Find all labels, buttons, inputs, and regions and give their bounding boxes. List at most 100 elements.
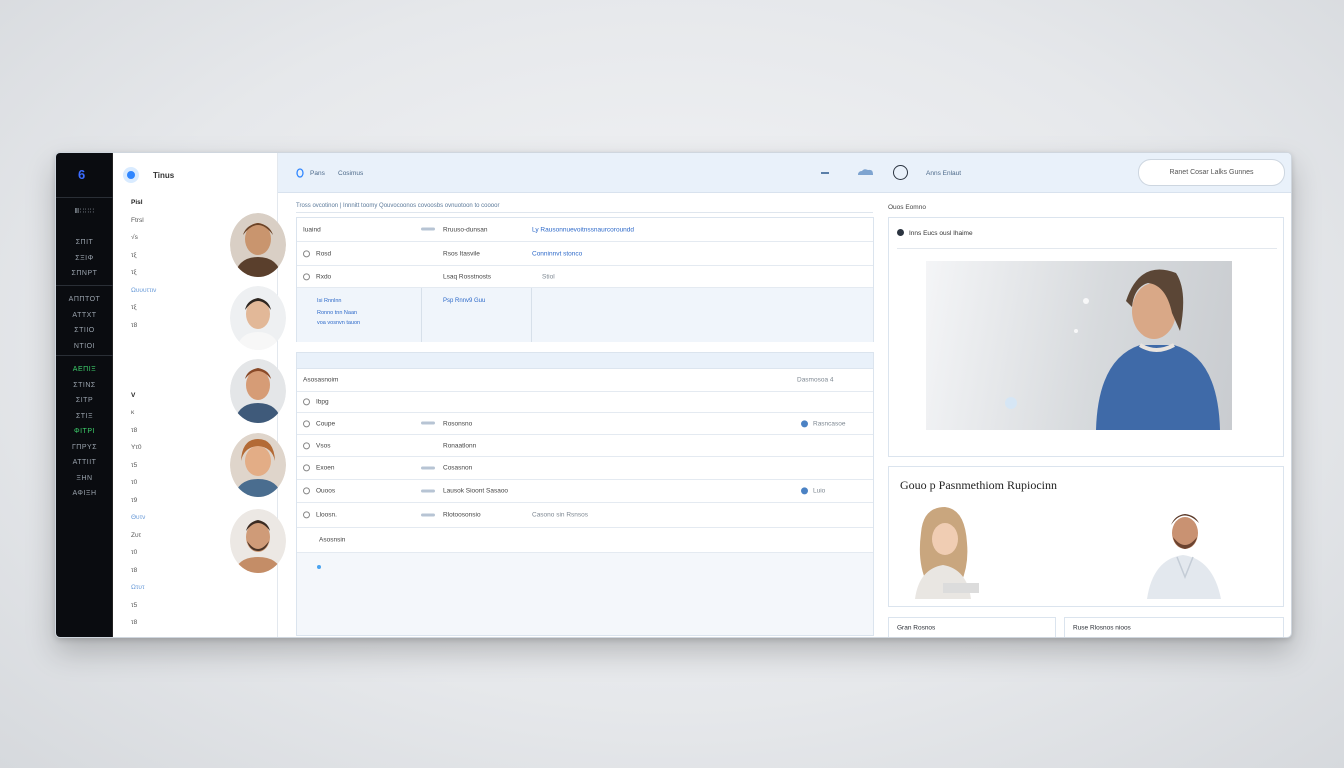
table-row[interactable]: Coupe Rosonsno Rasncasoe [297, 413, 873, 435]
row-status: Luio [813, 487, 826, 495]
rail-item[interactable]: ΣΠΝΡΤ [56, 266, 113, 282]
contact-list-item[interactable]: τ8 [131, 322, 156, 340]
row-link[interactable]: Conninnvt stonco [532, 250, 582, 257]
rail-item[interactable]: ΑΤΤΙΙΤ [56, 455, 113, 471]
cloud-icon[interactable] [856, 168, 876, 177]
sub-item[interactable]: voa vosnvn tauon [317, 320, 360, 326]
drag-handle[interactable] [421, 512, 435, 519]
toolbar-account[interactable]: Anns Enlaut [926, 170, 961, 177]
rail-item[interactable]: ΣΙΤΡ [56, 393, 113, 409]
media-card[interactable]: Inns Eucs ousl Ihaime [888, 217, 1284, 457]
rail-item[interactable]: ΓΠΡΥΣ [56, 440, 113, 456]
rail-item[interactable]: ΞΗΝ [56, 471, 113, 487]
pin-icon[interactable] [296, 168, 304, 178]
table-row[interactable]: Rosd Rsos Itasvile Conninnvt stonco [297, 242, 873, 266]
drag-handle[interactable] [421, 226, 435, 233]
footer-tab[interactable]: Ruse Rlosnos nioos [1064, 617, 1284, 637]
contact-list-item[interactable]: V [131, 392, 156, 410]
table-row[interactable]: Asosnsin [297, 528, 873, 553]
contact-list-item[interactable] [131, 374, 156, 392]
row-label: Ouoos [316, 487, 336, 495]
rail-item[interactable]: Ⅲ∷∷∷ [56, 204, 113, 220]
toolbar-link[interactable]: Cosimus [338, 170, 363, 177]
contact-list-item[interactable]: κ [131, 409, 156, 427]
play-icon[interactable] [897, 229, 904, 236]
search-box[interactable]: Ranet Cosar Lalks Gunnes [1138, 159, 1285, 186]
table-row[interactable]: Vsos Ronaatlonn [297, 435, 873, 457]
contact-list-item[interactable]: √s [131, 234, 156, 252]
avatar[interactable] [230, 509, 286, 573]
contact-list-item[interactable]: τ8 [131, 567, 156, 585]
avatar[interactable] [230, 286, 286, 350]
row-icon [303, 419, 310, 427]
drag-handle[interactable] [421, 488, 435, 495]
contact-list-item[interactable]: τ9 [131, 497, 156, 515]
selected-block[interactable]: Isi Rnnlnn Ronno tnn Naan voa vosnvn tau… [297, 288, 873, 342]
rail-item[interactable]: ΣΤΙΝΣ [56, 378, 113, 394]
footer-tab[interactable]: Gran Rosnos [888, 617, 1056, 637]
breadcrumb[interactable]: Tross ovcotinon | Innnitt toomy Qouvocoo… [296, 203, 499, 209]
contact-list-item[interactable]: τξ [131, 252, 156, 270]
drag-handle[interactable] [421, 420, 435, 427]
table-row[interactable]: Rxdo Lsaq Rosstnosts Stiol [297, 266, 873, 288]
rail-item[interactable]: ΑΠΠΤΟΤ [56, 292, 113, 308]
video-preview[interactable] [926, 261, 1232, 430]
top-toolbar: Pans Cosimus Anns Enlaut Ranet Cosar Lal… [278, 153, 1291, 193]
presentation-card[interactable]: Gouo p Pasnmethiom Rupiocinn [888, 466, 1284, 607]
row-status: Casono sin Rsnsos [532, 511, 588, 519]
sub-link[interactable]: Psp Rnnv9 Guu [443, 298, 485, 304]
contact-list-item[interactable]: Ζυτ [131, 532, 156, 550]
rail-item[interactable]: ΦΙΤΡΙ [56, 424, 113, 440]
contact-list-item[interactable]: Υτ0 [131, 444, 156, 462]
contact-list-item[interactable]: τ0 [131, 479, 156, 497]
row-label: Asosnsin [319, 536, 346, 544]
drag-handle[interactable] [421, 465, 435, 472]
app-logo[interactable]: 6 [78, 167, 92, 182]
avatar[interactable] [230, 433, 286, 497]
contact-list-item[interactable]: τ8 [131, 427, 156, 445]
contact-list-item[interactable]: Ftrsl [131, 217, 156, 235]
rail-item[interactable]: ΣΤΙΙΟ [56, 323, 113, 339]
contact-list-item[interactable] [131, 357, 156, 375]
contact-list-item[interactable]: Ωτυτ [131, 584, 156, 602]
column-header[interactable]: Dasmosoa 4 [797, 377, 834, 384]
status-dot-icon[interactable] [123, 167, 139, 183]
contact-list-item[interactable]: τ0 [131, 549, 156, 567]
contact-list-item[interactable]: τ5 [131, 462, 156, 480]
table-row[interactable]: Iuaind Rruuso-dunsan Ly Rausonnuevoitnss… [297, 218, 873, 242]
rail-item[interactable]: ΣΞΙΦ [56, 251, 113, 267]
rail-item[interactable]: ΝΤΙΟΙ [56, 339, 113, 355]
rail-item[interactable]: ΑΤΤΧΤ [56, 308, 113, 324]
avatar[interactable] [230, 359, 286, 423]
contact-list-item[interactable] [131, 339, 156, 357]
rail-group-3: ΑΕΠΙΞ ΣΤΙΝΣ ΣΙΤΡ ΣΤΙΞ ΦΙΤΡΙ ΓΠΡΥΣ ΑΤΤΙΙΤ… [56, 355, 113, 502]
divider [296, 212, 873, 213]
contact-list-item[interactable]: Pisl [131, 199, 156, 217]
rail-item[interactable]: ΑΦΙΞΗ [56, 486, 113, 502]
table-header-bar [297, 353, 873, 369]
toolbar-link[interactable]: Pans [310, 170, 325, 177]
contact-list-item[interactable]: τ5 [131, 602, 156, 620]
sub-item[interactable]: Ronno tnn Naan [317, 310, 357, 316]
rail-item[interactable]: ΑΕΠΙΞ [56, 362, 113, 378]
contact-list-item[interactable]: Ωυυυττιν [131, 287, 156, 305]
pager-dot-icon[interactable] [317, 565, 321, 569]
profile-icon[interactable] [893, 165, 908, 180]
avatar[interactable] [230, 213, 286, 277]
sub-item[interactable]: Isi Rnnlnn [317, 298, 341, 304]
column-header[interactable]: Asosasnoim [303, 377, 338, 384]
contact-list-item[interactable]: τξ [131, 304, 156, 322]
app-rail: 6 Ⅲ∷∷∷ ΣΠΙΤ ΣΞΙΦ ΣΠΝΡΤ ΑΠΠΤΟΤ ΑΤΤΧΤ ΣΤΙΙ… [56, 153, 113, 637]
rail-item[interactable]: ΣΠΙΤ [56, 235, 113, 251]
table-row[interactable]: Ouoos Lausok Sioont Sasaoo Luio [297, 480, 873, 503]
rail-item[interactable] [56, 220, 113, 236]
minus-icon[interactable] [821, 172, 829, 174]
table-row[interactable]: Exoen Cosasnon [297, 457, 873, 480]
table-row[interactable]: Ibpg [297, 392, 873, 413]
contact-list-item[interactable]: τξ [131, 269, 156, 287]
contact-list-item[interactable]: Θυτν [131, 514, 156, 532]
rail-item[interactable]: ΣΤΙΞ [56, 409, 113, 425]
table-row[interactable]: Lloosn. Rlotoosonsio Casono sin Rsnsos [297, 503, 873, 528]
row-link[interactable]: Ly Rausonnuevoitnssnaurcoroundd [532, 226, 634, 233]
contact-list-item[interactable]: τ8 [131, 619, 156, 637]
